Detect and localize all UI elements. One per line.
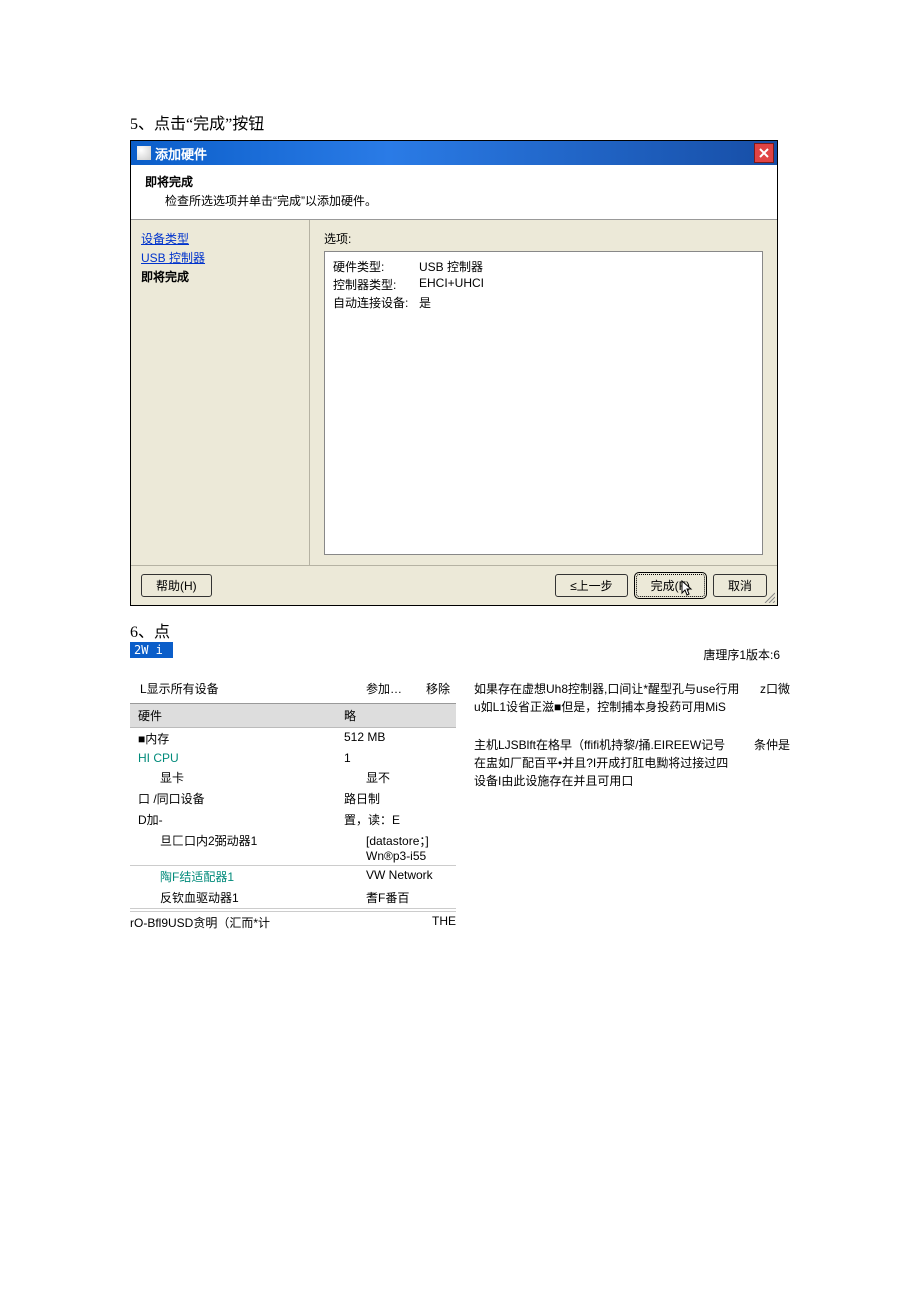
hardware-footer: rO-Bfl9USD贪明（汇而*计 THE xyxy=(130,911,456,931)
close-icon xyxy=(759,148,769,158)
close-button[interactable] xyxy=(754,143,774,163)
table-row[interactable]: ■内存512 MB xyxy=(130,728,456,749)
remove-action[interactable]: 移除 xyxy=(426,680,450,697)
dialog-footer: 帮助(H) ≤上一步 完成(F) 取消 xyxy=(131,565,777,605)
add-action[interactable]: 参加… xyxy=(366,680,402,697)
col-hardware: 硬件 xyxy=(130,704,336,727)
window-icon xyxy=(137,146,151,160)
option-row: 控制器类型:EHCI+UHCI xyxy=(333,276,754,293)
option-row: 自动连接设备:是 xyxy=(333,294,754,311)
titlebar[interactable]: 添加硬件 xyxy=(131,141,777,165)
table-row[interactable]: 反钦血驱动器1耆F番百 xyxy=(130,887,456,909)
nav-current: 即将完成 xyxy=(141,268,299,285)
info-paragraph: 主机LJSBlft在格早（ffifi机持黎/捅.EIREEW记号在盅如厂配百平•… xyxy=(474,736,790,790)
tab-item[interactable]: 2W i xyxy=(130,642,173,658)
help-button[interactable]: 帮助(H) xyxy=(141,574,212,597)
header-title: 即将完成 xyxy=(145,173,763,190)
version-text: 唐理序1版本:6 xyxy=(703,646,780,663)
info-column: 如果存在虚想Uh8控制器,口间让*醒型孔与use行用u如L1设省正滋■但是，控制… xyxy=(474,680,790,931)
nav-usb-controller[interactable]: USB 控制器 xyxy=(141,249,299,266)
hardware-panel: L显示所有设备 参加… 移除 硬件 略 ■内存512 MB HI CPU1 显卡… xyxy=(130,680,790,931)
wizard-main: 选项: 硬件类型:USB 控制器 控制器类型:EHCI+UHCI 自动连接设备:… xyxy=(310,220,777,565)
dialog-title: 添加硬件 xyxy=(155,144,207,163)
options-label: 选项: xyxy=(324,230,763,247)
nav-device-type[interactable]: 设备类型 xyxy=(141,230,299,247)
header-subtitle: 检查所选选项并单击“完成”以添加硬件。 xyxy=(165,192,763,209)
table-row[interactable]: 陶F结适配器1VW Network xyxy=(130,866,456,887)
hardware-table: 硬件 略 ■内存512 MB HI CPU1 显卡显不 口 /同口设备路日制 D… xyxy=(130,703,456,909)
info-paragraph: 如果存在虚想Uh8控制器,口间让*醒型孔与use行用u如L1设省正滋■但是，控制… xyxy=(474,680,790,716)
table-row[interactable]: HI CPU1 xyxy=(130,749,456,767)
step5-heading: 5、点击“完成”按钮 xyxy=(130,110,790,134)
table-row[interactable]: 口 /同口设备路日制 xyxy=(130,788,456,809)
cursor-icon xyxy=(681,580,695,601)
cancel-button[interactable]: 取消 xyxy=(713,574,767,597)
back-button[interactable]: ≤上一步 xyxy=(555,574,628,597)
table-header: 硬件 略 xyxy=(130,704,456,728)
col-summary: 略 xyxy=(336,704,456,727)
options-box: 硬件类型:USB 控制器 控制器类型:EHCI+UHCI 自动连接设备:是 xyxy=(324,251,763,555)
add-hardware-dialog: 添加硬件 即将完成 检查所选选项并单击“完成”以添加硬件。 设备类型 USB 控… xyxy=(130,140,778,606)
option-row: 硬件类型:USB 控制器 xyxy=(333,258,754,275)
resize-grip-icon[interactable] xyxy=(763,591,775,603)
table-row[interactable]: D加-置，读：E xyxy=(130,809,456,830)
step6-heading: 6、点 xyxy=(130,618,790,642)
table-row[interactable]: 显卡显不 xyxy=(130,767,456,788)
show-all-label: L显示所有设备 xyxy=(140,680,219,697)
dialog-header: 即将完成 检查所选选项并单击“完成”以添加硬件。 xyxy=(131,165,777,220)
table-row[interactable]: 旦匚口内2弼动器1[datastore；] Wn®p3-i55 xyxy=(130,830,456,866)
wizard-nav: 设备类型 USB 控制器 即将完成 xyxy=(131,220,310,565)
